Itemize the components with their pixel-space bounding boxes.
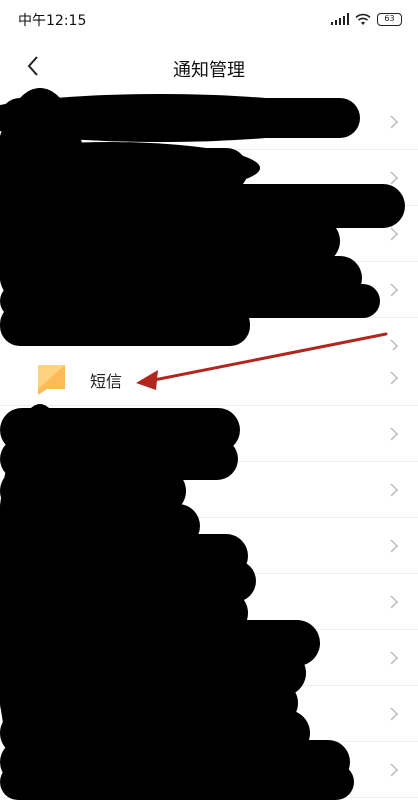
list-item[interactable]	[0, 94, 418, 150]
list-item[interactable]	[0, 206, 418, 262]
status-bar: 中午12:15 63	[0, 0, 418, 38]
app-header: 通知管理	[0, 38, 418, 94]
chevron-right-icon	[390, 283, 399, 297]
chevron-right-icon	[390, 651, 399, 665]
list-item-label: 短信	[90, 372, 123, 391]
chevron-right-icon	[390, 227, 399, 241]
chevron-right-icon	[390, 539, 399, 553]
chevron-right-icon	[390, 115, 399, 129]
page-title: 通知管理	[173, 60, 245, 81]
list-item[interactable]	[0, 686, 418, 742]
chevron-right-icon	[390, 427, 399, 441]
chevron-right-icon	[390, 763, 399, 777]
list-item[interactable]	[0, 518, 418, 574]
list-item[interactable]	[0, 742, 418, 798]
chevron-right-icon	[390, 595, 399, 609]
status-time: 中午12:15	[18, 13, 87, 29]
chevron-right-icon	[390, 171, 399, 185]
list-item[interactable]	[0, 630, 418, 686]
list-item[interactable]	[0, 262, 418, 318]
list-item[interactable]	[0, 406, 418, 462]
battery-level: 63	[384, 13, 395, 23]
list-item[interactable]	[0, 150, 418, 206]
cellular-signal-icon	[331, 13, 349, 25]
chevron-right-icon	[390, 371, 399, 385]
list-item[interactable]	[0, 574, 418, 630]
sms-app-icon	[38, 365, 65, 395]
chevron-right-icon	[390, 707, 399, 721]
wifi-icon	[355, 13, 371, 25]
list-item-sms[interactable]: 短信	[0, 350, 418, 406]
status-icons: 63	[331, 11, 402, 27]
list-item[interactable]	[0, 462, 418, 518]
chevron-right-icon	[390, 483, 399, 497]
battery-icon: 63	[377, 12, 402, 26]
